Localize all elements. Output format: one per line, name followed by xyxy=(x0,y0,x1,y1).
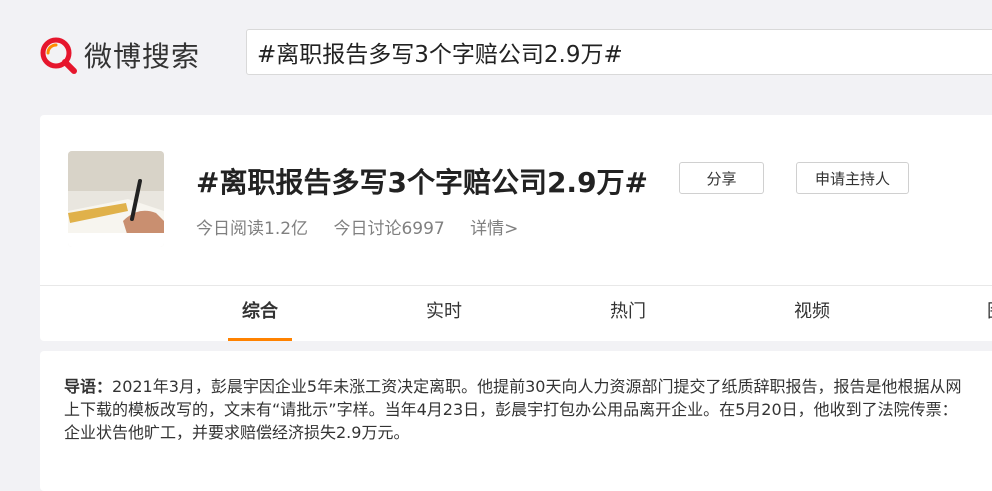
share-button[interactable]: 分享 xyxy=(679,162,764,194)
read-count: 今日阅读1.2亿 xyxy=(196,219,309,239)
tab-image[interactable]: 图 xyxy=(946,286,992,341)
writing-hand-image xyxy=(68,151,164,247)
weibo-search-logo[interactable]: 微博搜索 xyxy=(38,30,200,80)
lead-label: 导语： xyxy=(64,377,113,396)
tab-realtime[interactable]: 实时 xyxy=(394,286,494,341)
discuss-count: 今日讨论6997 xyxy=(333,219,445,239)
lead-section: 导语：2021年3月，彭晨宇因企业5年未涨工资决定离职。他提前30天向人力资源部… xyxy=(40,351,992,491)
search-magnifier-icon xyxy=(40,37,77,74)
tab-bar: 综合 实时 热门 视频 图 xyxy=(40,286,992,341)
detail-link[interactable]: 详情> xyxy=(470,219,518,239)
tab-hot[interactable]: 热门 xyxy=(578,286,678,341)
topic-stats: 今日阅读1.2亿 今日讨论6997 详情> xyxy=(196,214,538,239)
logo-text: 微博搜索 xyxy=(84,40,201,73)
search-query-text: #离职报告多写3个字赔公司2.9万# xyxy=(257,42,623,68)
topic-title: #离职报告多写3个字赔公司2.9万# xyxy=(196,166,649,199)
topic-card: #离职报告多写3个字赔公司2.9万# 今日阅读1.2亿 今日讨论6997 详情>… xyxy=(40,115,992,341)
search-input[interactable]: #离职报告多写3个字赔公司2.9万# xyxy=(246,29,992,75)
tab-comprehensive[interactable]: 综合 xyxy=(210,286,310,341)
topic-thumbnail[interactable] xyxy=(68,151,164,247)
lead-paragraph: 导语：2021年3月，彭晨宇因企业5年未涨工资决定离职。他提前30天向人力资源部… xyxy=(64,375,970,444)
apply-host-button[interactable]: 申请主持人 xyxy=(796,162,909,194)
tab-video[interactable]: 视频 xyxy=(762,286,862,341)
lead-text: 2021年3月，彭晨宇因企业5年未涨工资决定离职。他提前30天向人力资源部门提交… xyxy=(64,377,962,442)
